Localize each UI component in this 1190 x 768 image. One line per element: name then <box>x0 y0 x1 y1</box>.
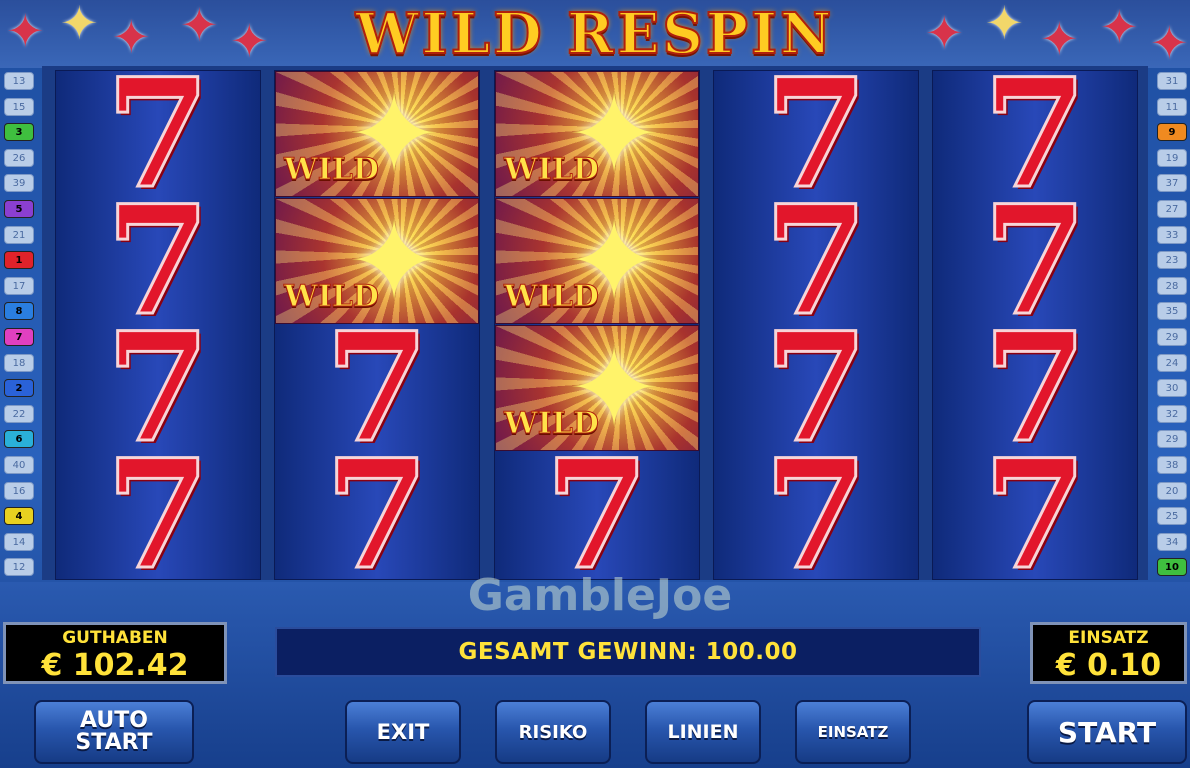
payline-badge-left: 15 <box>4 97 34 116</box>
bet-value: € 0.10 <box>1055 648 1162 683</box>
seven-glyph: 7 <box>104 427 211 580</box>
payline-badge-left: 5 <box>4 200 34 218</box>
payline-badge-right: 10 <box>1157 558 1187 577</box>
payline-badge-right: 34 <box>1157 532 1187 551</box>
exit-button[interactable]: EXIT <box>345 700 461 764</box>
payline-badge-left: 17 <box>4 276 34 295</box>
decor-star-icon: ✦ <box>112 10 151 64</box>
einsatz-button[interactable]: EINSATZ <box>795 700 911 764</box>
payline-badge-right: 35 <box>1157 302 1187 321</box>
payline-badge-right: 32 <box>1157 404 1187 423</box>
payline-badge-left: 40 <box>4 456 34 474</box>
payline-badge-left: 39 <box>4 174 34 193</box>
win-message: GESAMT GEWINN: 100.00 <box>275 627 981 677</box>
payline-badge-left: 14 <box>4 532 34 551</box>
payline-badge-left: 6 <box>4 430 34 449</box>
payline-badge-left: 22 <box>4 404 34 423</box>
payline-badge-right: 33 <box>1157 225 1187 244</box>
payline-badge-left: 18 <box>4 353 34 372</box>
decor-star-icon: ✦ <box>1100 0 1139 54</box>
payline-badge-left: 12 <box>4 558 34 577</box>
wild-label: WILD <box>504 152 600 188</box>
decor-star-icon: ✦ <box>985 0 1024 50</box>
reel-4: 7777 <box>713 70 919 580</box>
payline-badge-right: 11 <box>1157 97 1187 116</box>
payline-badge-left: 4 <box>4 507 34 526</box>
payline-badge-right: 29 <box>1157 430 1187 449</box>
seven-glyph: 7 <box>543 427 650 580</box>
wild-label: WILD <box>284 152 380 188</box>
wild-symbol: ✦ WILD <box>495 71 699 197</box>
seven-glyph: 7 <box>323 427 430 580</box>
balance-value: € 102.42 <box>41 648 189 683</box>
payline-badge-left: 8 <box>4 302 34 321</box>
header-band: ✦ ✦ ✦ ✦ ✦ ✦ ✦ ✦ ✦ ✦ WILD RESPIN <box>0 0 1190 68</box>
decor-star-icon: ✦ <box>180 0 219 52</box>
reel-1: 7777 <box>55 70 261 580</box>
reel-3: ✦ WILD ✦ WILD ✦ WILD 7 <box>494 70 700 580</box>
seven-symbol: 7 <box>275 427 479 580</box>
reel-5: 7777 <box>932 70 1138 580</box>
payline-badge-left: 7 <box>4 328 34 346</box>
payline-badge-right: 28 <box>1157 276 1187 295</box>
payline-badge-left: 21 <box>4 225 34 244</box>
payline-badge-right: 31 <box>1157 72 1187 90</box>
payline-badge-left: 13 <box>4 72 34 90</box>
seven-symbol: 7 <box>56 427 260 580</box>
decor-star-icon: ✦ <box>60 0 99 50</box>
payline-badge-right: 37 <box>1157 174 1187 193</box>
wild-label: WILD <box>504 279 600 315</box>
payline-badge-right: 19 <box>1157 148 1187 167</box>
payline-badge-left: 16 <box>4 481 34 500</box>
payline-badge-right: 25 <box>1157 507 1187 526</box>
wild-symbol: ✦ WILD <box>275 71 479 197</box>
risiko-button[interactable]: RISIKO <box>495 700 611 764</box>
payline-badge-left: 3 <box>4 123 34 142</box>
seven-symbol: 7 <box>714 427 918 580</box>
bet-box: EINSATZ € 0.10 <box>1030 622 1187 684</box>
payline-badge-left: 2 <box>4 379 34 398</box>
balance-box: GUTHABEN € 102.42 <box>3 622 227 684</box>
linien-button[interactable]: LINIEN <box>645 700 761 764</box>
payline-badge-right: 29 <box>1157 328 1187 346</box>
payline-badge-right: 20 <box>1157 481 1187 500</box>
decor-star-icon: ✦ <box>925 6 964 60</box>
payline-badge-right: 27 <box>1157 200 1187 218</box>
seven-symbol: 7 <box>933 427 1137 580</box>
auto-start-button[interactable]: AUTO START <box>34 700 194 764</box>
seven-glyph: 7 <box>981 427 1088 580</box>
payline-badge-right: 9 <box>1157 123 1187 142</box>
decor-star-icon: ✦ <box>1040 12 1079 66</box>
payline-badge-left: 1 <box>4 251 34 270</box>
payline-badge-right: 30 <box>1157 379 1187 398</box>
balance-label: GUTHABEN <box>62 628 168 648</box>
start-button[interactable]: START <box>1027 700 1187 764</box>
decor-star-icon: ✦ <box>6 4 45 58</box>
seven-glyph: 7 <box>762 427 869 580</box>
wild-symbol: ✦ WILD <box>495 198 699 324</box>
bet-label: EINSATZ <box>1068 628 1149 648</box>
watermark: GambleJoe <box>467 570 733 621</box>
seven-symbol: 7 <box>495 427 699 580</box>
payline-badge-right: 23 <box>1157 251 1187 270</box>
reel-2: ✦ WILD ✦ WILD 7 7 <box>274 70 480 580</box>
payline-badge-right: 38 <box>1157 456 1187 474</box>
decor-star-icon: ✦ <box>230 14 269 68</box>
payline-badge-left: 26 <box>4 148 34 167</box>
decor-star-icon: ✦ <box>1150 16 1189 68</box>
game-title: WILD RESPIN <box>355 1 835 67</box>
payline-badge-right: 24 <box>1157 353 1187 372</box>
